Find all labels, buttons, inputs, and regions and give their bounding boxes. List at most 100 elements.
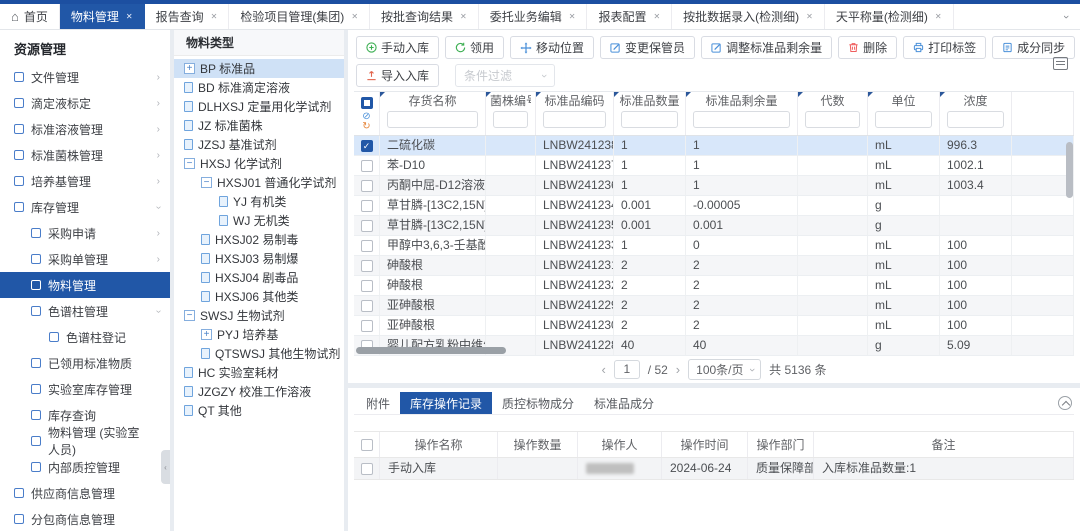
- sidebar-item[interactable]: 供应商信息管理 ›: [0, 480, 170, 506]
- tab-close-icon[interactable]: ✕: [569, 12, 576, 21]
- prev-page-icon[interactable]: ‹: [601, 362, 605, 377]
- select-all-checkbox[interactable]: [361, 97, 373, 109]
- row-checkbox[interactable]: [361, 300, 373, 312]
- column-filter-input[interactable]: [875, 111, 932, 128]
- column-header[interactable]: 存货名称: [380, 92, 486, 135]
- tree-node[interactable]: DLHXSJ 定量用化学试剂: [174, 97, 344, 116]
- sidebar-item[interactable]: 标准溶液管理 ›: [0, 116, 170, 142]
- sidebar-item[interactable]: 采购单管理 ›: [0, 246, 170, 272]
- row-checkbox[interactable]: [361, 220, 373, 232]
- tree-node[interactable]: QT 其他: [174, 401, 344, 420]
- row-checkbox[interactable]: [361, 200, 373, 212]
- move-location-button[interactable]: 移动位置: [510, 36, 594, 59]
- sidebar-item[interactable]: 已领用标准物质 ›: [0, 350, 170, 376]
- column-settings-icon[interactable]: [1053, 57, 1068, 70]
- top-tab[interactable]: 按批数据录入(检测细) ✕: [672, 4, 825, 29]
- top-tab[interactable]: 物料管理 ✕: [60, 4, 145, 29]
- refresh-icon[interactable]: ↻: [362, 122, 370, 132]
- tree-node[interactable]: QTSWSJ 其他生物试剂: [174, 344, 344, 363]
- tree-node[interactable]: BD 标准滴定溶液: [174, 78, 344, 97]
- tree-node-icon[interactable]: +: [201, 329, 212, 340]
- top-tab[interactable]: 按批查询结果 ✕: [370, 4, 479, 29]
- column-header[interactable]: 操作部门: [748, 432, 814, 457]
- tree-node[interactable]: HXSJ02 易制毒: [174, 230, 344, 249]
- column-header[interactable]: 单位: [868, 92, 940, 135]
- manual-inbound-button[interactable]: 手动入库: [356, 36, 439, 59]
- sidebar-item[interactable]: 采购申请 ›: [0, 220, 170, 246]
- tree-node-icon[interactable]: [219, 215, 228, 226]
- sidebar-item[interactable]: 实验室库存管理 ›: [0, 376, 170, 402]
- tree-node[interactable]: − HXSJ01 普通化学试剂: [174, 173, 344, 192]
- top-tab[interactable]: 报表配置 ✕: [587, 4, 672, 29]
- tab-close-icon[interactable]: ✕: [211, 12, 218, 21]
- adjust-remaining-button[interactable]: 调整标准品剩余量: [701, 36, 832, 59]
- column-filter-input[interactable]: [693, 111, 790, 128]
- column-header[interactable]: 标准品数量: [614, 92, 686, 135]
- page-size-select[interactable]: 100条/页 ›: [688, 359, 761, 380]
- table-row[interactable]: 砷酸根LNBW24123222mL100: [354, 276, 1074, 296]
- tree-node[interactable]: − HXSJ 化学试剂: [174, 154, 344, 173]
- tab-close-icon[interactable]: ✕: [126, 12, 133, 21]
- table-row[interactable]: 甲醇中3,6,3-壬基酚-13C6LNBW24123310mL100: [354, 236, 1074, 256]
- requisition-button[interactable]: 领用: [445, 36, 504, 59]
- top-tab[interactable]: 委托业务编辑 ✕: [479, 4, 588, 29]
- tree-node-icon[interactable]: −: [184, 158, 195, 169]
- tab-close-icon[interactable]: ✕: [351, 12, 358, 21]
- tree-node[interactable]: JZSJ 基准试剂: [174, 135, 344, 154]
- tree-node[interactable]: HXSJ04 剧毒品: [174, 268, 344, 287]
- import-inbound-button[interactable]: 导入入库: [356, 64, 439, 87]
- sidebar-collapse-handle[interactable]: ‹: [161, 450, 170, 484]
- row-checkbox[interactable]: [361, 140, 373, 152]
- tree-node[interactable]: YJ 有机类: [174, 192, 344, 211]
- tree-node[interactable]: − SWSJ 生物试剂: [174, 306, 344, 325]
- table-row[interactable]: 草甘膦-[13C2,15N]LNBW2412340.001-0.00005g: [354, 196, 1074, 216]
- top-tab[interactable]: 检验项目管理(集团) ✕: [229, 4, 370, 29]
- row-checkbox[interactable]: [361, 463, 373, 475]
- tree-node-icon[interactable]: [184, 386, 193, 397]
- tree-node-icon[interactable]: [201, 234, 210, 245]
- column-header[interactable]: 标准品编码: [536, 92, 614, 135]
- table-row[interactable]: 草甘膦-[13C2,15N]LNBW2412350.0010.001g: [354, 216, 1074, 236]
- tab-close-icon[interactable]: ✕: [806, 12, 813, 21]
- collapse-panel-icon[interactable]: [1058, 396, 1072, 410]
- row-checkbox[interactable]: [361, 240, 373, 252]
- tree-node-icon[interactable]: [184, 139, 193, 150]
- tree-node-icon[interactable]: +: [184, 63, 195, 74]
- column-header[interactable]: 菌株编号: [486, 92, 536, 135]
- detail-tab[interactable]: 库存操作记录: [400, 392, 492, 414]
- detail-tab[interactable]: 标准品成分: [584, 392, 664, 414]
- column-header[interactable]: [1012, 92, 1074, 135]
- sidebar-item[interactable]: 文件管理 ›: [0, 64, 170, 90]
- tab-close-icon[interactable]: ✕: [460, 12, 467, 21]
- sidebar-item[interactable]: 库存管理 ›: [0, 194, 170, 220]
- column-header[interactable]: 备注: [814, 432, 1074, 457]
- tree-node-icon[interactable]: [184, 120, 193, 131]
- tab-overflow-chevron-icon[interactable]: ›: [1052, 4, 1080, 29]
- top-tab[interactable]: ⌂ 首页 ✕: [0, 4, 60, 29]
- column-header[interactable]: 代数: [798, 92, 868, 135]
- column-filter-input[interactable]: [947, 111, 1004, 128]
- tree-node-icon[interactable]: [201, 253, 210, 264]
- table-row[interactable]: 丙酮中屈-D12溶液LNBW24123611mL1003.4: [354, 176, 1074, 196]
- column-header[interactable]: 操作名称: [380, 432, 498, 457]
- sidebar-item[interactable]: 物料管理 (实验室人员) ›: [0, 428, 170, 454]
- tree-node-icon[interactable]: [184, 82, 193, 93]
- tree-node-icon[interactable]: [184, 367, 193, 378]
- tree-node[interactable]: HC 实验室耗材: [174, 363, 344, 382]
- tree-node-icon[interactable]: [184, 405, 193, 416]
- tree-node-icon[interactable]: [219, 196, 228, 207]
- top-tab[interactable]: 报告查询 ✕: [145, 4, 230, 29]
- row-checkbox[interactable]: [361, 180, 373, 192]
- detail-tab[interactable]: 附件: [356, 392, 400, 414]
- tree-node[interactable]: + BP 标准品: [174, 59, 344, 78]
- change-custodian-button[interactable]: 变更保管员: [600, 36, 695, 59]
- tree-node-icon[interactable]: [184, 101, 193, 112]
- column-header[interactable]: 标准品剩余量: [686, 92, 798, 135]
- tree-node[interactable]: HXSJ03 易制爆: [174, 249, 344, 268]
- sidebar-item[interactable]: 物料管理 ›: [0, 272, 170, 298]
- table-row[interactable]: 苯-D10LNBW24123711mL1002.1: [354, 156, 1074, 176]
- column-filter-input[interactable]: [543, 111, 606, 128]
- row-checkbox[interactable]: [361, 320, 373, 332]
- tree-node[interactable]: HXSJ06 其他类: [174, 287, 344, 306]
- tree-node[interactable]: JZGZY 校准工作溶液: [174, 382, 344, 401]
